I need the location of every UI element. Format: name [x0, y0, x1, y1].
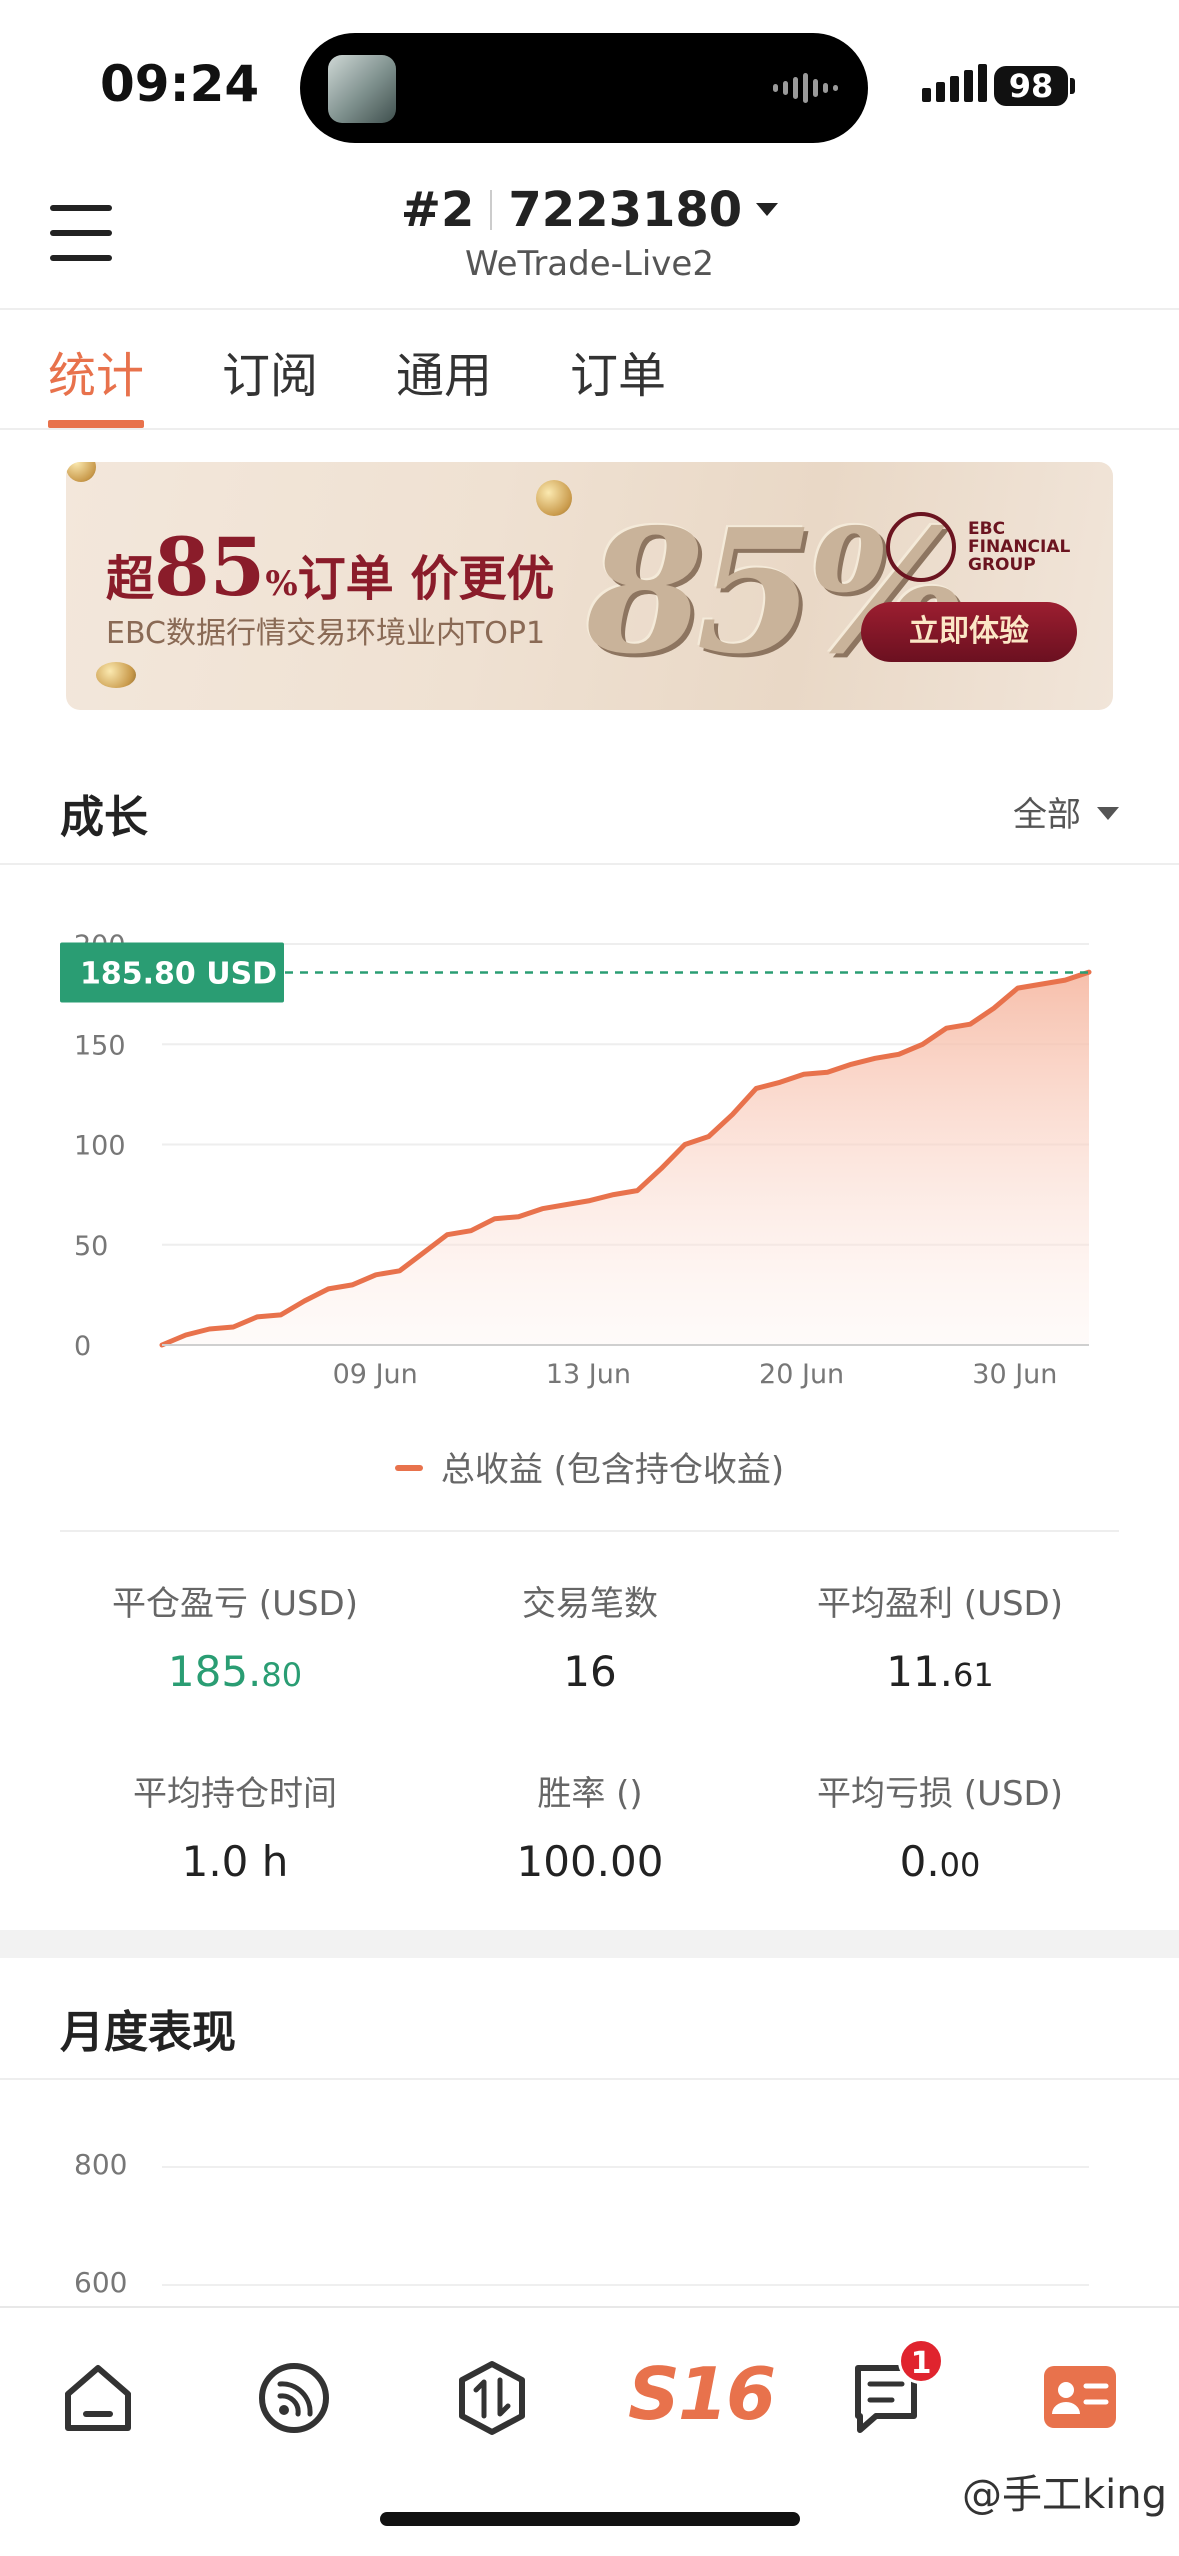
stat-value-int: 185.	[167, 1647, 262, 1696]
stat-label: 胜率 ()	[537, 1774, 643, 1814]
chart-legend: 总收益 (包含持仓收益)	[0, 1442, 1179, 1491]
gold-coin-decoration	[96, 662, 136, 688]
monthly-grid-line	[162, 2166, 1089, 2168]
monthly-section-header: 月度表现	[0, 1960, 1179, 2080]
profile-icon[interactable]	[1040, 2358, 1120, 2438]
period-filter-dropdown[interactable]: 全部	[1013, 787, 1119, 836]
account-id: 7223180	[508, 182, 743, 238]
stat-value-dec: 00	[939, 1846, 981, 1884]
y-tick-label: 50	[74, 1231, 108, 1262]
banner-headline-percent: %	[265, 564, 298, 604]
caret-down-icon	[756, 203, 779, 216]
ebc-logo-icon	[886, 512, 956, 582]
stat-value-int: 100.00	[516, 1837, 664, 1886]
stat-value: 1.0 h	[65, 1837, 405, 1886]
legend-label: 总收益 (包含持仓收益)	[440, 1450, 785, 1490]
dynamic-island[interactable]	[300, 33, 868, 143]
x-tick-label: 20 Jun	[759, 1359, 844, 1390]
now-playing-artwork	[328, 55, 396, 123]
stat-value-int: 11.	[886, 1647, 954, 1696]
ebc-logo-text: EBC FINANCIAL GROUP	[968, 520, 1070, 574]
monthly-y-tick: 600	[74, 2266, 128, 2299]
tab-subscriptions[interactable]: 订阅	[222, 336, 318, 406]
battery-icon: 98	[994, 66, 1068, 106]
growth-section-header: 成长 全部	[0, 745, 1179, 865]
period-filter-label: 全部	[1013, 795, 1081, 835]
divider	[60, 1530, 1119, 1532]
gold-coin-decoration	[66, 462, 96, 482]
stat-closed-pnl: 平仓盈亏 (USD) 185.80	[65, 1576, 405, 1696]
stat-value: 185.80	[65, 1647, 405, 1696]
s16-tab[interactable]: S16	[628, 2352, 776, 2436]
status-time: 09:24	[100, 55, 260, 113]
stat-label: 平仓盈亏 (USD)	[112, 1584, 358, 1624]
monthly-grid-line	[162, 2284, 1089, 2286]
stat-average-loss: 平均亏损 (USD) 0.00	[770, 1766, 1110, 1886]
stat-value-int: 16	[563, 1647, 617, 1696]
stat-label: 交易笔数	[522, 1584, 658, 1624]
tab-general[interactable]: 通用	[396, 336, 492, 406]
account-separator	[490, 190, 493, 230]
cellular-signal-icon	[922, 62, 987, 102]
x-axis-ticks: 09 Jun 13 Jun 20 Jun 30 Jun	[333, 1359, 1058, 1390]
stat-average-profit: 平均盈利 (USD) 11.61	[770, 1576, 1110, 1696]
section-separator	[0, 1930, 1179, 1958]
tab-bar: 统计 订阅 通用 订单	[0, 310, 1179, 430]
legend-swatch	[394, 1465, 423, 1471]
stat-label: 平均亏损 (USD)	[817, 1774, 1063, 1814]
gold-coin-decoration	[536, 480, 572, 516]
active-tab-indicator	[48, 420, 144, 428]
banner-headline-post: 订单 价更优	[297, 551, 555, 607]
stat-value-dec: 61	[953, 1656, 994, 1694]
account-selector[interactable]: #2 7223180	[0, 182, 1179, 238]
growth-title: 成长	[60, 792, 148, 843]
banner-headline-number: 85	[154, 520, 266, 614]
y-tick-label: 0	[74, 1331, 91, 1362]
stat-label: 平均持仓时间	[133, 1774, 337, 1814]
stat-value: 100.00	[420, 1837, 760, 1886]
unread-badge: 1	[898, 2338, 944, 2384]
feed-icon[interactable]	[254, 2358, 334, 2438]
caret-down-icon	[1097, 807, 1119, 820]
stat-value-dec: 80	[261, 1656, 303, 1694]
stat-value: 0.00	[770, 1837, 1110, 1886]
tab-statistics[interactable]: 统计	[48, 336, 144, 406]
x-tick-label: 13 Jun	[546, 1359, 631, 1390]
watermark: @手工king	[961, 2472, 1167, 2518]
stat-value-int: 0.	[899, 1837, 940, 1886]
audio-wave-icon	[773, 71, 838, 105]
trade-icon[interactable]	[452, 2358, 532, 2438]
app-header: #2 7223180 WeTrade-Live2	[0, 160, 1179, 310]
promo-banner[interactable]: 超85%订单 价更优 EBC数据行情交易环境业内TOP1 85% EBC FIN…	[66, 462, 1113, 710]
logo-line: GROUP	[968, 555, 1036, 575]
stat-value-int: 1.0 h	[181, 1837, 289, 1886]
y-tick-label: 150	[74, 1030, 126, 1061]
battery-tip	[1070, 78, 1075, 94]
account-tag: #2	[400, 182, 475, 238]
logo-line: EBC	[968, 519, 1006, 539]
home-indicator[interactable]	[380, 2512, 800, 2526]
monthly-title: 月度表现	[60, 2007, 236, 2058]
stat-value: 11.61	[770, 1647, 1110, 1696]
stat-win-rate: 胜率 () 100.00	[420, 1766, 760, 1886]
banner-cta-button[interactable]: 立即体验	[861, 602, 1077, 662]
banner-headline: 超85%订单 价更优	[106, 520, 554, 614]
logo-line: FINANCIAL	[968, 537, 1071, 557]
home-icon[interactable]	[58, 2358, 138, 2438]
server-name: WeTrade-Live2	[465, 244, 714, 284]
banner-subtitle: EBC数据行情交易环境业内TOP1	[106, 616, 546, 651]
tab-orders[interactable]: 订单	[570, 336, 666, 406]
monthly-y-tick: 800	[74, 2148, 128, 2181]
y-tick-label: 100	[74, 1131, 126, 1162]
stat-label: 平均盈利 (USD)	[817, 1584, 1063, 1624]
banner-headline-pre: 超	[106, 551, 155, 607]
current-value-label: 185.80 USD	[80, 956, 277, 991]
status-bar: 09:24 98	[0, 0, 1179, 160]
stat-value: 16	[420, 1647, 760, 1696]
growth-chart[interactable]: 050100150200 09 Jun13 Jun20 Jun30 Jun 18…	[0, 920, 1179, 1420]
stat-average-holding-time: 平均持仓时间 1.0 h	[65, 1766, 405, 1886]
x-tick-label: 30 Jun	[972, 1359, 1057, 1390]
x-tick-label: 09 Jun	[333, 1359, 418, 1390]
stat-trade-count: 交易笔数 16	[420, 1576, 760, 1696]
